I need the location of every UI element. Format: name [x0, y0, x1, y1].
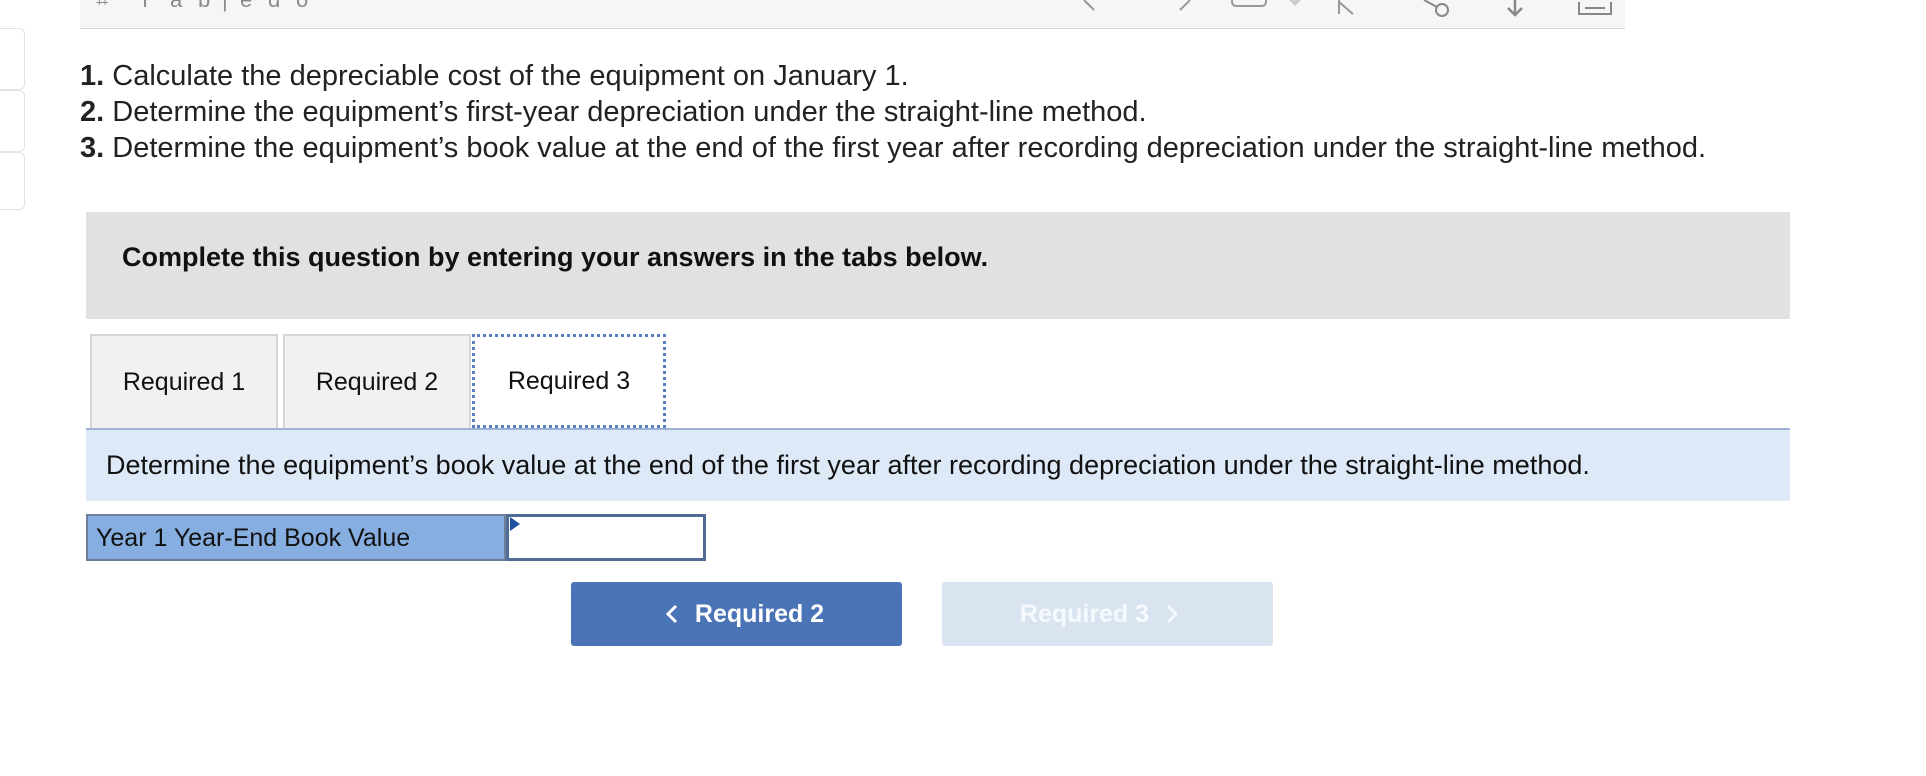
link-icon[interactable] [1420, 0, 1454, 20]
next-required-button[interactable]: Required 3 [942, 582, 1273, 646]
tab-required-2[interactable]: Required 2 [283, 334, 471, 428]
requirement-text: Determine the equipment’s book value at … [106, 450, 1590, 480]
input-marker-icon [510, 517, 520, 531]
e-icon[interactable]: e [240, 0, 252, 11]
tab-required-3[interactable]: Required 3 [472, 334, 666, 428]
download-icon[interactable] [1500, 0, 1530, 20]
chevron-right-icon [1167, 604, 1179, 624]
comment-icon[interactable] [1230, 0, 1270, 10]
dropdown-icon[interactable] [1285, 0, 1305, 10]
instructions-panel: Complete this question by entering your … [86, 212, 1790, 319]
italic-icon[interactable]: a [170, 0, 182, 11]
underline-icon[interactable]: b [198, 0, 210, 11]
tab-required-1[interactable]: Required 1 [90, 334, 278, 428]
o-icon[interactable]: o [296, 0, 308, 11]
requirement-panel: Determine the equipment’s book value at … [86, 430, 1790, 501]
question-list: 1. Calculate the depreciable cost of the… [80, 58, 1706, 166]
side-tab-stub[interactable] [0, 28, 25, 90]
d-icon[interactable]: d [268, 0, 280, 11]
text-color-icon[interactable]: | [222, 0, 228, 11]
question-item: 3. Determine the equipment’s book value … [80, 132, 1707, 164]
question-item: 1. Calculate the depreciable cost of the… [80, 60, 909, 92]
undo-icon[interactable] [1080, 0, 1104, 12]
question-item: 2. Determine the equipment’s first-year … [80, 96, 1147, 128]
bold-icon[interactable]: I [142, 0, 148, 11]
chevron-left-icon [665, 604, 677, 624]
grid-icon[interactable]: ⌗ [96, 0, 108, 11]
instructions-text: Complete this question by entering your … [122, 242, 989, 272]
editor-toolbar: ⌗ I a b | e d o [80, 0, 1625, 29]
cursor-icon[interactable] [1335, 0, 1359, 16]
answer-label: Year 1 Year-End Book Value [86, 514, 506, 561]
expand-icon[interactable] [1575, 0, 1615, 20]
side-tab-stub[interactable] [0, 152, 25, 210]
prev-required-button[interactable]: Required 2 [571, 582, 902, 646]
redo-icon[interactable] [1170, 0, 1194, 12]
side-tab-stub[interactable] [0, 90, 25, 152]
book-value-input[interactable] [506, 514, 706, 561]
